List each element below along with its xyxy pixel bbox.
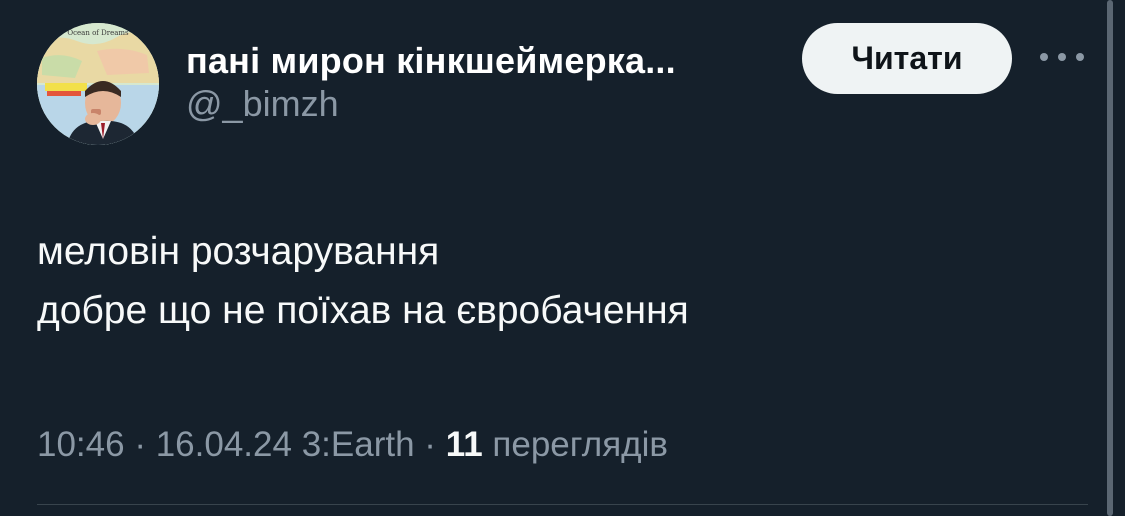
divider [37,504,1088,505]
views-count[interactable]: 11 [446,425,483,464]
tweet-text: меловін розчарування добре що не поїхав … [37,222,689,340]
user-handle[interactable]: @_bimzh [186,82,676,126]
more-dot [1076,53,1084,61]
more-options-icon[interactable] [1040,42,1084,72]
tweet-meta: 10:46 · 16.04.24 3:Earth · 11 переглядів [37,420,668,470]
tweet-header: пані мирон кінкшеймерка... @_bimzh [186,40,676,126]
follow-button[interactable]: Читати [802,23,1012,94]
meta-separator: · [134,425,146,464]
tweet-text-line: добре що не поїхав на євробачення [37,289,689,332]
avatar-image: Ocean of Dreams [37,23,159,145]
more-dot [1058,53,1066,61]
tweet-text-line: меловін розчарування [37,230,440,273]
tweet-time[interactable]: 10:46 [37,425,125,464]
tweet-date[interactable]: 16.04.24 [156,425,292,464]
avatar-map-title: Ocean of Dreams [67,29,129,37]
more-dot [1040,53,1048,61]
display-name[interactable]: пані мирон кінкшеймерка... [186,40,676,82]
tweet-card: Ocean of Dreams пані мирон кінкшеймерка.… [0,0,1125,516]
tweet-source: 3:Earth [301,425,415,464]
views-label[interactable]: переглядів [492,425,668,464]
scrollbar[interactable] [1107,0,1113,516]
meta-separator: · [424,425,436,464]
avatar[interactable]: Ocean of Dreams [37,23,159,145]
